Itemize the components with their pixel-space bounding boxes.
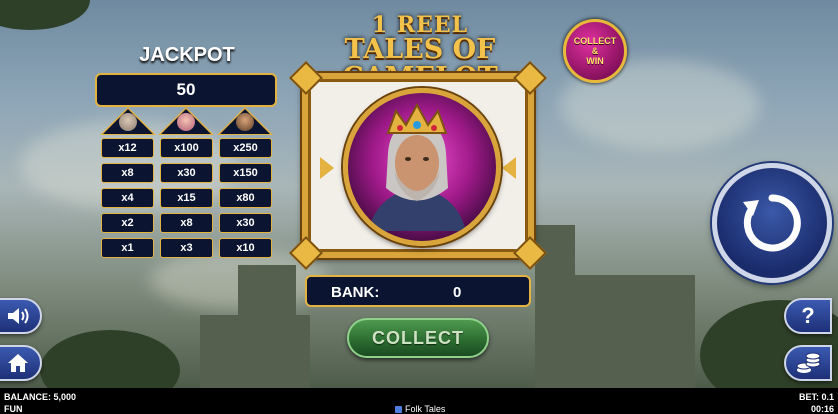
question-mark-icon: ? (801, 303, 815, 328)
paytable-cell: x100 (160, 138, 213, 158)
game-name-text: Folk Tales (405, 404, 446, 414)
badge-line-2: & (591, 46, 599, 56)
balance-text: BALANCE: 5,000 (4, 392, 77, 402)
paytable-cell: x2 (101, 213, 154, 233)
bet-text: BET: 0.1 (798, 392, 834, 402)
help-button[interactable]: ? (784, 298, 832, 334)
collect-and-win-badge: COLLECT & WIN (563, 19, 627, 83)
bet-settings-button[interactable] (784, 345, 832, 381)
bank-display: BANK: 0 (305, 275, 531, 307)
paytable-cell: x30 (160, 163, 213, 183)
bank-label: BANK: (331, 284, 380, 301)
castle-wall (575, 275, 695, 390)
king-arthur-symbol-icon (343, 88, 501, 246)
collect-button[interactable]: COLLECT (347, 318, 489, 358)
king-portrait (368, 102, 466, 231)
spin-arrow-icon (743, 194, 801, 252)
paytable-cell: x150 (219, 163, 272, 183)
game-provider-icon (395, 405, 402, 413)
bank-value: 0 (453, 284, 462, 301)
paytable-cell: x250 (219, 138, 272, 158)
queen-face-icon (177, 113, 195, 131)
coins-stack-icon (796, 352, 821, 373)
clock-text: 00:16 (810, 404, 834, 414)
paytable-cell: x80 (219, 188, 272, 208)
mode-text: FUN (4, 404, 23, 414)
paytable-cell: x12 (101, 138, 154, 158)
paytable-cell: x8 (101, 163, 154, 183)
paytable-cell: x3 (160, 238, 213, 258)
paytable-cell: x4 (101, 188, 154, 208)
jackpot-value: 50 (95, 73, 277, 107)
king-face-icon (236, 113, 254, 131)
speaker-icon (8, 308, 29, 324)
badge-line-1: COLLECT (573, 36, 617, 46)
paytable-cell: x30 (219, 213, 272, 233)
jackpot-title: JACKPOT (139, 44, 235, 66)
badge-line-3: WIN (586, 56, 604, 66)
reel-pointer-right-icon (502, 157, 516, 179)
spin-button[interactable] (712, 163, 832, 283)
logo-line-1: 1 REEL (371, 12, 469, 38)
paytable-cell: x15 (160, 188, 213, 208)
game-name: Folk Tales (395, 404, 445, 414)
home-button[interactable] (0, 345, 42, 381)
paytable-cell: x8 (160, 213, 213, 233)
paytable-cell: x1 (101, 238, 154, 258)
status-bar: BALANCE: 5,000 FUN Folk Tales BET: 0.1 0… (0, 388, 838, 414)
old-king-face-icon (119, 113, 137, 131)
sound-button[interactable] (0, 298, 42, 334)
tree-foliage (0, 0, 90, 30)
paytable-cell: x10 (219, 238, 272, 258)
home-icon (8, 354, 28, 372)
reel-pointer-left-icon (320, 157, 334, 179)
castle-wall (200, 315, 310, 390)
